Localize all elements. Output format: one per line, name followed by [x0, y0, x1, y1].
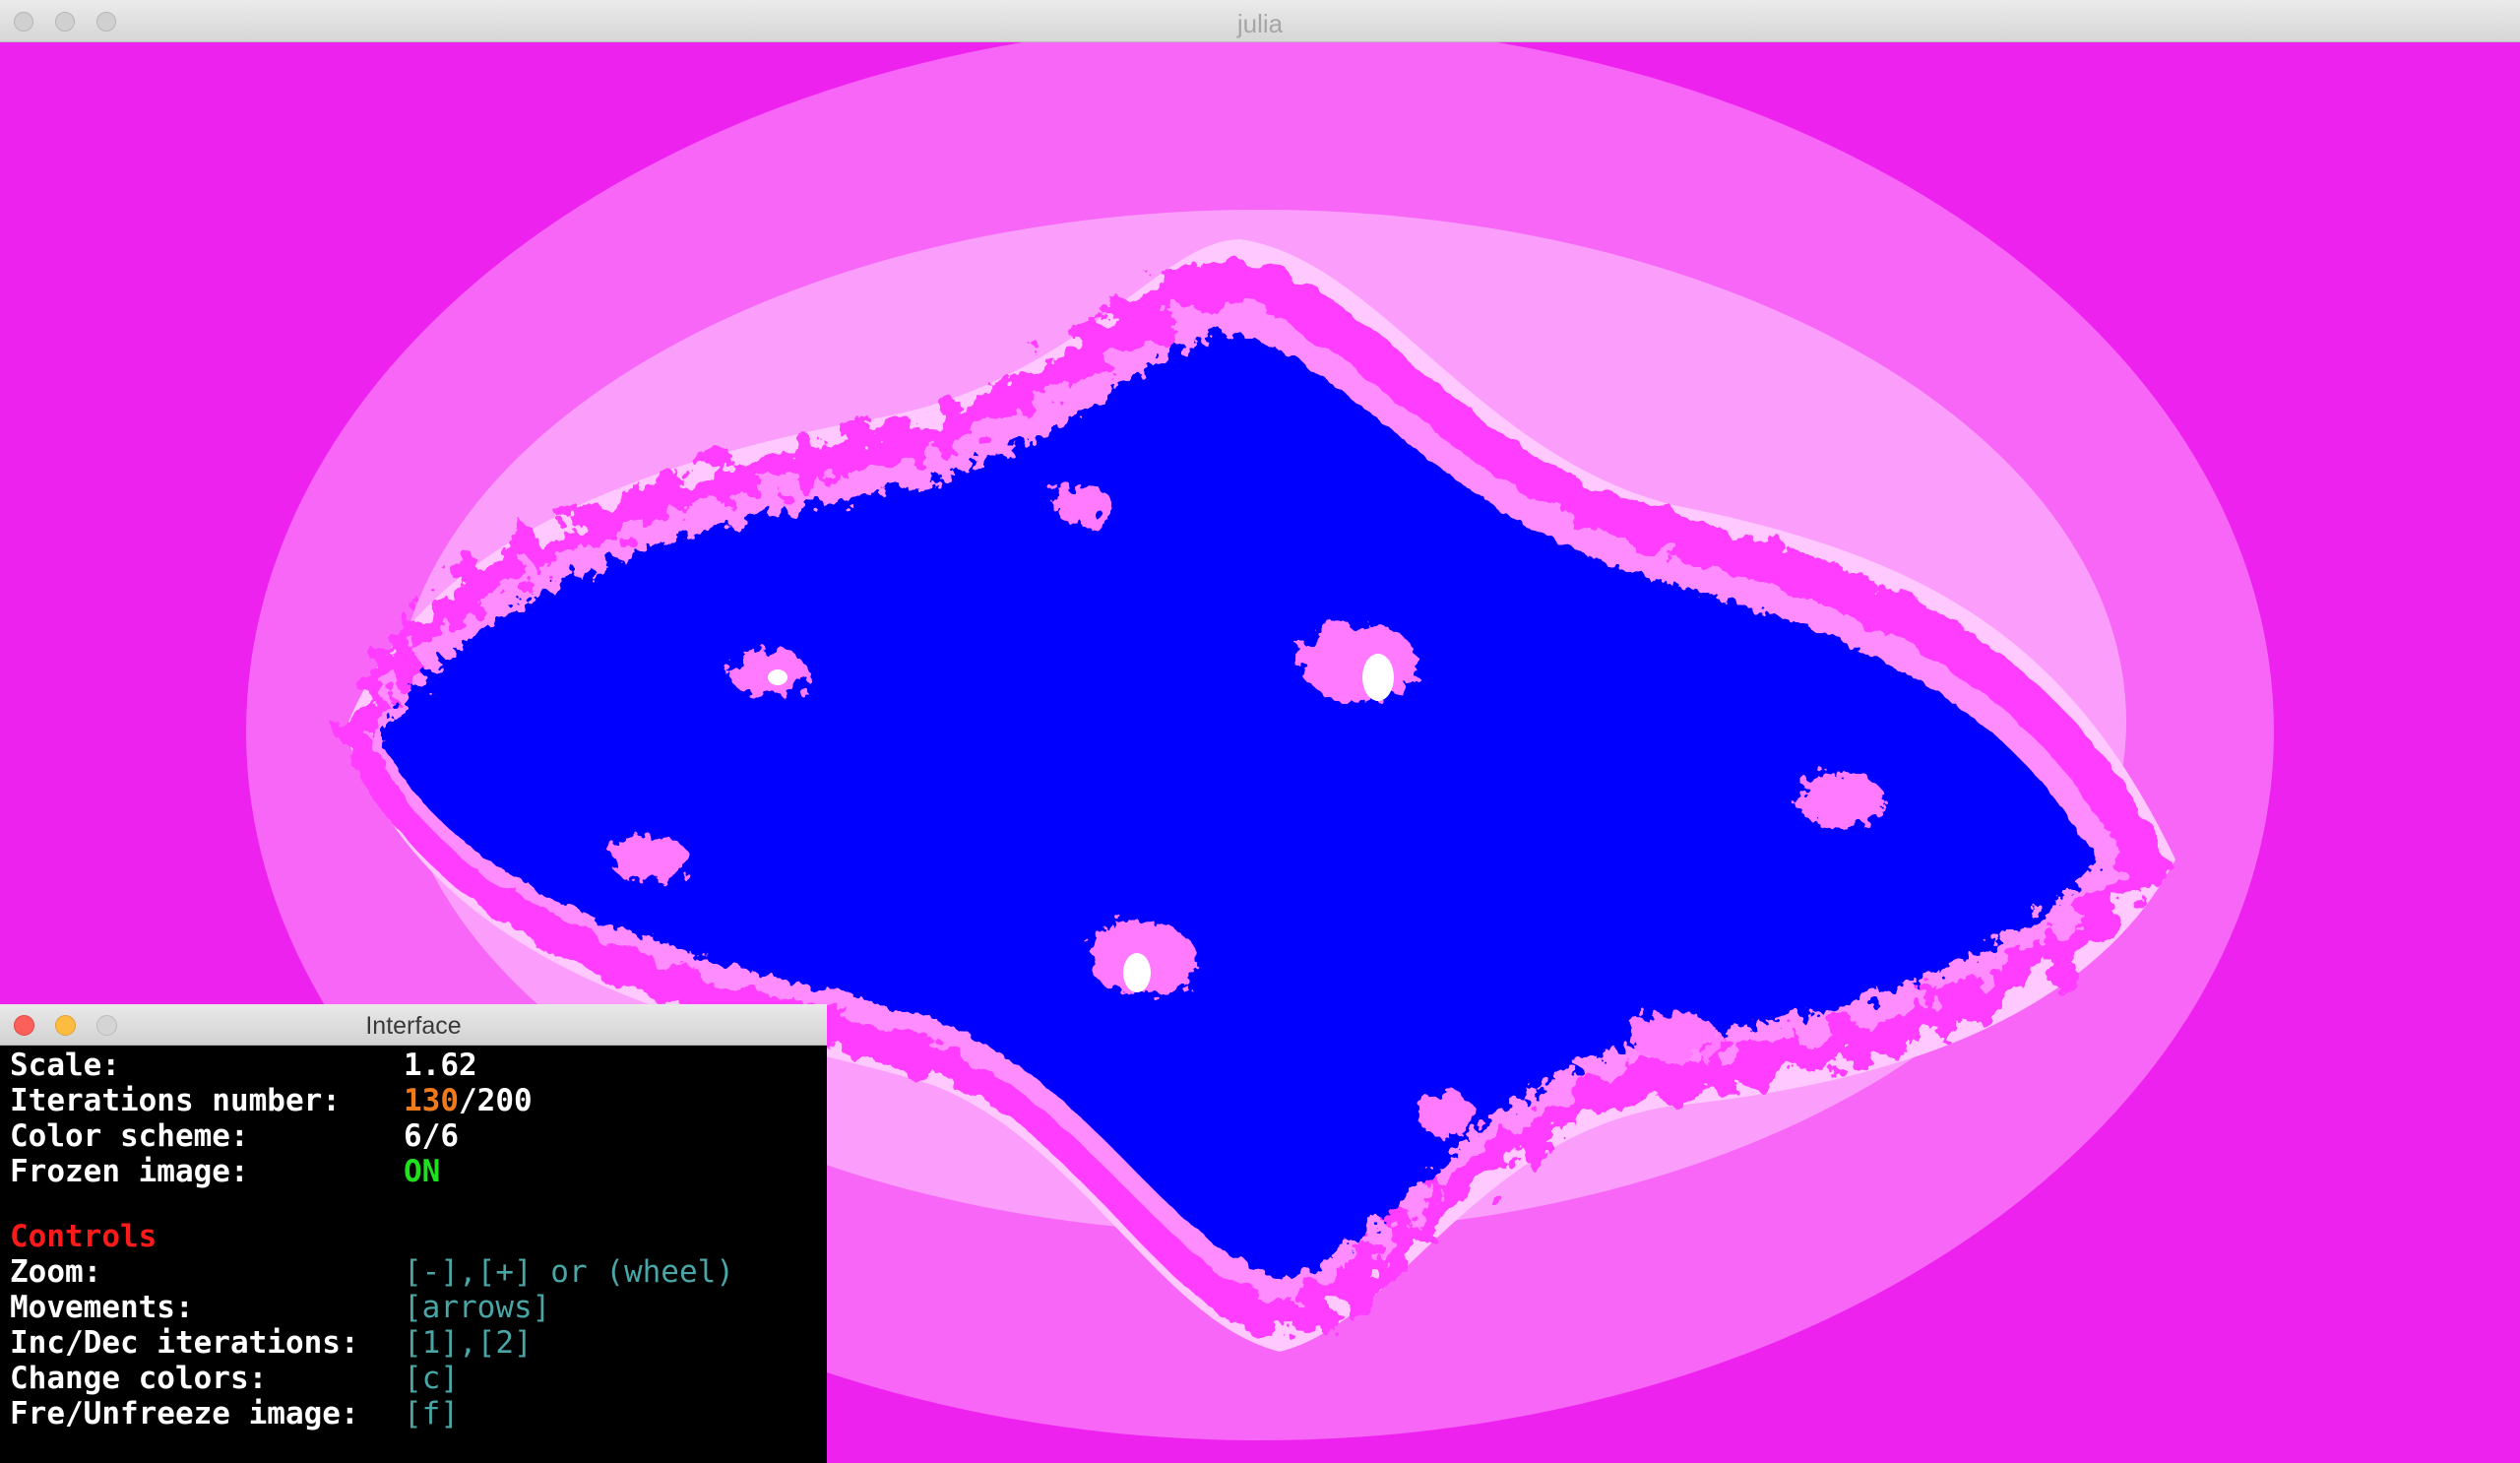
control-keys: [f]	[404, 1396, 459, 1431]
control-keys: [-],[+] or (wheel)	[404, 1254, 734, 1290]
color-scheme-row: Color scheme: 6/6	[10, 1118, 734, 1154]
control-colors: Change colors: [c]	[10, 1361, 734, 1396]
color-scheme-value: 6/6	[404, 1118, 459, 1154]
color-scheme-label: Color scheme:	[10, 1118, 249, 1154]
interface-title: Interface	[365, 1012, 462, 1040]
interface-terminal: Scale: 1.62 Iterations number: 130/200 Col…	[10, 1048, 734, 1431]
control-freeze: Fre/Unfreeze image: [f]	[10, 1396, 734, 1431]
control-iterations: Inc/Dec iterations: [1],[2]	[10, 1325, 734, 1361]
iterations-row: Iterations number: 130/200	[10, 1083, 734, 1118]
scale-value: 1.62	[404, 1048, 477, 1083]
control-zoom: Zoom: [-],[+] or (wheel)	[10, 1254, 734, 1290]
control-label: Zoom:	[10, 1254, 102, 1290]
scale-row: Scale: 1.62	[10, 1048, 734, 1083]
interface-titlebar[interactable]: Interface	[0, 1004, 827, 1046]
control-label: Movements:	[10, 1290, 194, 1325]
control-label: Fre/Unfreeze image:	[10, 1396, 359, 1431]
controls-heading: Controls	[10, 1219, 158, 1254]
scale-label: Scale:	[10, 1048, 120, 1083]
control-label: Change colors:	[10, 1361, 268, 1396]
iterations-max: /200	[459, 1083, 533, 1118]
window-title: julia	[1236, 9, 1284, 38]
control-movements: Movements: [arrows]	[10, 1290, 734, 1325]
iterations-label: Iterations number:	[10, 1083, 341, 1118]
frozen-value: ON	[404, 1154, 441, 1189]
iterations-current: 130	[404, 1083, 459, 1118]
control-keys: [arrows]	[404, 1290, 551, 1325]
interface-window: Interface Scale: 1.62 Iterations number: 1…	[0, 1004, 827, 1463]
frozen-row: Frozen image: ON	[10, 1154, 734, 1189]
main-titlebar[interactable]: julia	[0, 0, 2520, 42]
control-label: Inc/Dec iterations:	[10, 1325, 359, 1361]
control-keys: [1],[2]	[404, 1325, 533, 1361]
control-keys: [c]	[404, 1361, 459, 1396]
frozen-label: Frozen image:	[10, 1154, 249, 1189]
